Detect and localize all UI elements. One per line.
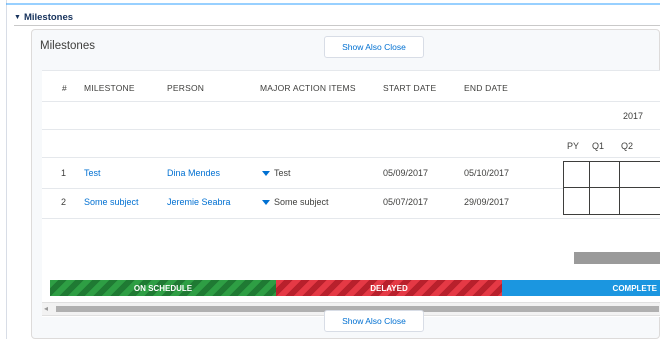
- milestones-table: # MILESTONE PERSON MAJOR ACTION ITEMS ST…: [42, 70, 660, 317]
- timeline-cell: [619, 187, 660, 215]
- action-item-text: Test: [274, 168, 291, 178]
- triangle-down-icon: [262, 200, 270, 206]
- status-delayed: DELAYED: [276, 280, 502, 296]
- timeline-quarter-q1: Q1: [592, 141, 605, 151]
- triangle-down-icon: [262, 171, 270, 177]
- status-on-schedule: ON SCHEDULE: [50, 280, 276, 296]
- col-header-end-date: END DATE: [464, 83, 508, 93]
- scroll-left-icon[interactable]: ◂: [44, 304, 48, 313]
- end-date: 29/09/2017: [464, 197, 510, 207]
- person-link[interactable]: Dina Mendes: [167, 168, 220, 178]
- end-date: 05/10/2017: [464, 168, 510, 178]
- timeline-quarter-py: PY: [567, 141, 580, 151]
- milestone-link[interactable]: Some subject: [84, 197, 139, 207]
- action-items-toggle[interactable]: Some subject: [262, 197, 329, 207]
- section-toggle[interactable]: ▼ Milestones: [14, 9, 73, 25]
- col-header-number: #: [62, 83, 67, 93]
- milestones-card: Milestones Show Also Close # MILESTONE P…: [31, 29, 660, 339]
- start-date: 05/07/2017: [383, 197, 429, 207]
- timeline-cell: [619, 161, 660, 188]
- row-divider: [42, 218, 660, 219]
- show-also-close-button-bottom[interactable]: Show Also Close: [324, 310, 424, 332]
- milestone-link[interactable]: Test: [84, 168, 101, 178]
- timeline-cell: [589, 187, 620, 215]
- col-header-start-date: START DATE: [383, 83, 437, 93]
- timeline-cell: [563, 161, 590, 188]
- status-legend: ON SCHEDULE DELAYED COMPLETE: [50, 280, 660, 296]
- card-title: Milestones: [40, 40, 95, 52]
- caret-down-icon: ▼: [14, 13, 21, 21]
- person-link[interactable]: Jeremie Seabra: [167, 197, 231, 207]
- row-divider: [42, 129, 660, 130]
- show-also-close-button-top[interactable]: Show Also Close: [324, 36, 424, 58]
- top-accent-line: [6, 3, 660, 5]
- action-item-text: Some subject: [274, 197, 329, 207]
- status-complete: COMPLETE: [502, 280, 660, 296]
- row-number: 1: [61, 168, 67, 178]
- row-divider: [42, 101, 660, 102]
- action-items-toggle[interactable]: Test: [262, 168, 291, 178]
- left-border: [6, 0, 7, 339]
- timeline-cell: [563, 187, 590, 215]
- col-header-person: PERSON: [167, 83, 205, 93]
- col-header-milestone: MILESTONE: [84, 83, 135, 93]
- section-title: Milestones: [23, 11, 74, 23]
- col-header-action-items: MAJOR ACTION ITEMS: [260, 83, 356, 93]
- row-divider: [42, 157, 660, 158]
- start-date: 05/09/2017: [383, 168, 429, 178]
- timeline-cell: [589, 161, 620, 188]
- row-number: 2: [61, 197, 67, 207]
- timeline-quarter-q2: Q2: [621, 141, 634, 151]
- timeline-scrollbar[interactable]: [574, 252, 660, 264]
- timeline-year: 2017: [623, 111, 644, 121]
- section-divider: [14, 25, 660, 26]
